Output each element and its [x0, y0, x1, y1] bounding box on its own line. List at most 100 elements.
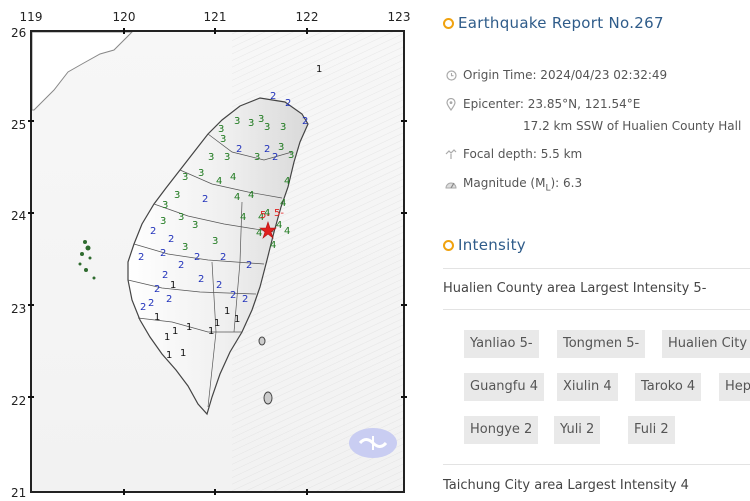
intensity-label: 3	[288, 150, 294, 161]
station-chip: Yuli 2	[554, 416, 601, 444]
divider	[443, 268, 750, 269]
station-chip: Hep	[719, 373, 750, 401]
intensity-label: 2	[202, 194, 208, 205]
intensity-label: 1	[166, 350, 172, 361]
orchid-island	[263, 391, 273, 405]
intensity-label: 4	[284, 176, 290, 187]
station-chip: Yanliao 5-	[464, 330, 539, 358]
intensity-label: 1	[224, 306, 230, 317]
intensity-label: 3	[264, 122, 270, 133]
intensity-label: 3	[182, 242, 188, 253]
epicenter-row: Epicenter: 23.85°N, 121.54°E	[445, 97, 640, 111]
intensity-label: 2	[236, 144, 242, 155]
intensity-map: 119 120 121 122 123 26 25 24 23 22 21 2 …	[0, 0, 430, 501]
intensity-label: 2	[198, 274, 204, 285]
longitude-label: 121	[203, 10, 227, 24]
intensity-label: 1	[214, 318, 220, 329]
latitude-label: 21	[11, 486, 27, 500]
intensity-label: 1	[186, 322, 192, 333]
magnitude-row: Magnitude (ML): 6.3	[445, 176, 582, 193]
station-chip: Hongye 2	[464, 416, 539, 444]
epicenter: Epicenter: 23.85°N, 121.54°E	[463, 97, 641, 111]
intensity-label: 2	[162, 270, 168, 281]
intensity-label: 3	[160, 216, 166, 227]
intensity-label: 4	[256, 228, 262, 239]
axis-tick	[28, 120, 34, 122]
intensity-label: 2	[272, 152, 278, 163]
intensity-label: 3	[248, 118, 254, 129]
intensity-label: 1	[234, 314, 240, 325]
intensity-label: 3	[234, 116, 240, 127]
longitude-label: 123	[387, 10, 411, 24]
intensity-label: 2	[154, 284, 160, 295]
intensity-label: 2	[194, 252, 200, 263]
divider	[443, 464, 750, 465]
intensity-label: 4	[276, 220, 282, 231]
intensity-label: 2	[148, 298, 154, 309]
map-canvas: 2223 3333 332 2 33 3 3 2 334 43334 44334 44233445- 5…	[32, 32, 403, 491]
intensity-label: 2	[270, 91, 276, 102]
intensity-label: 3	[178, 212, 184, 223]
intensity-label: 2	[168, 234, 174, 245]
intensity-label: 3	[174, 190, 180, 201]
intensity-label: 4	[270, 240, 276, 251]
axis-tick	[28, 304, 34, 306]
station-chip: Tongmen 5-	[557, 330, 646, 358]
intensity-label: 2	[150, 226, 156, 237]
longitude-label: 119	[19, 10, 43, 24]
intensity-label: 2	[178, 260, 184, 271]
wave-logo-icon	[358, 436, 388, 450]
intensity-label: 3	[224, 152, 230, 163]
clock-icon	[445, 68, 457, 82]
longitude-label: 120	[112, 10, 136, 24]
axis-tick	[28, 212, 34, 214]
origin-time: Origin Time: 2024/04/23 02:32:49	[463, 68, 668, 82]
intensity-label: 3	[208, 152, 214, 163]
axis-tick	[214, 28, 216, 34]
axis-tick	[306, 489, 308, 495]
report-panel: Earthquake Report No.267 Origin Time: 20…	[443, 0, 750, 501]
intensity-label: 4	[230, 172, 236, 183]
map-frame: 2 2 2 3 3 3 3 3 3 3 2 2 3 3 3 3 2 3 3 4 4 3 3 3 4 4 4 3 3 4 4 4 2 3 3 4 4 5- 5…	[30, 30, 405, 493]
pin-icon	[445, 97, 457, 111]
cwa-logo	[349, 428, 397, 458]
penghu-islands	[78, 240, 96, 280]
title-dot-icon	[443, 17, 454, 29]
intensity-label: 2	[264, 144, 270, 155]
intensity-label: 2	[302, 116, 308, 127]
epicenter-detail: 17.2 km SSW of Hualien County Hall	[523, 119, 742, 133]
intensity-label: 4	[240, 212, 246, 223]
latitude-label: 23	[11, 302, 27, 316]
latitude-label: 25	[11, 118, 27, 132]
axis-tick	[401, 212, 407, 214]
intensity-title-text: Intensity	[458, 236, 526, 254]
divider	[443, 309, 750, 310]
intensity-title: Intensity	[443, 236, 526, 254]
axis-tick	[401, 120, 407, 122]
intensity-label: 3	[254, 152, 260, 163]
axis-tick	[401, 304, 407, 306]
longitude-label: 122	[295, 10, 319, 24]
station-chip: Xiulin 4	[557, 373, 618, 401]
intensity-label: 3	[212, 236, 218, 247]
axis-tick	[28, 396, 34, 398]
intensity-label: 4	[248, 190, 254, 201]
intensity-label: 2	[138, 252, 144, 263]
intensity-label: 2	[216, 280, 222, 291]
intensity-dot-icon	[443, 239, 454, 251]
intensity-label: 5-	[260, 210, 270, 221]
intensity-label: 2	[160, 248, 166, 259]
origin-time-row: Origin Time: 2024/04/23 02:32:49	[445, 68, 667, 82]
magnitude: Magnitude (ML): 6.3	[463, 176, 583, 194]
intensity-label: 2	[220, 252, 226, 263]
intensity-label: 1	[154, 312, 160, 323]
focal-depth-row: Focal depth: 5.5 km	[445, 147, 582, 161]
intensity-label: 2	[246, 260, 252, 271]
intensity-label: 4	[216, 176, 222, 187]
intensity-label: 2	[140, 302, 146, 313]
intensity-label: 3	[220, 134, 226, 145]
axis-tick	[306, 28, 308, 34]
latitude-label: 22	[11, 394, 27, 408]
intensity-label: 4	[234, 192, 240, 203]
report-title: Earthquake Report No.267	[443, 14, 664, 32]
